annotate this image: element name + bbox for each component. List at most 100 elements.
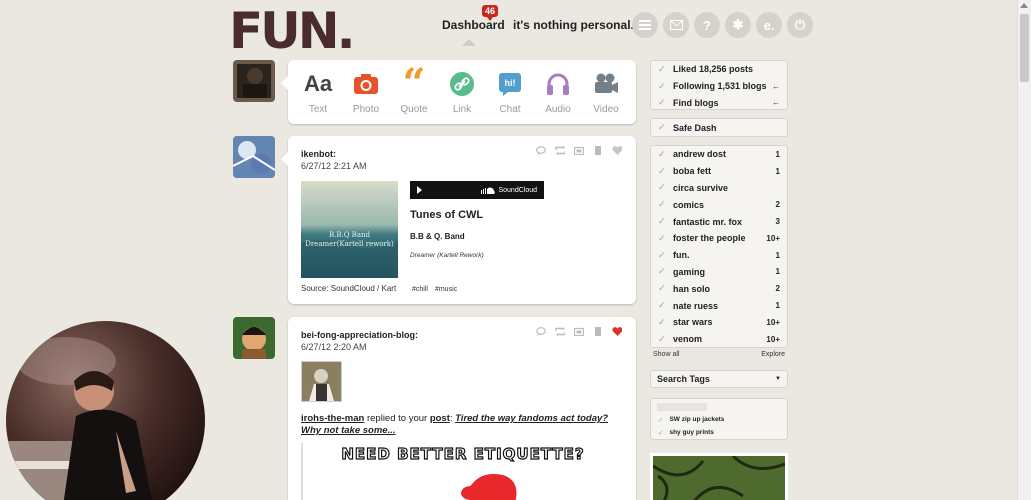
tracked-tag-row[interactable]: ✓ foster the people 10+ <box>651 230 787 247</box>
nav-active-caret <box>462 39 476 46</box>
post-type-audio[interactable]: Audio <box>535 70 581 115</box>
list-icon[interactable] <box>632 12 658 38</box>
power-icon[interactable]: ⏻ <box>787 12 813 38</box>
blog-name-link[interactable]: it's nothing personal... <box>513 18 641 32</box>
post-tag[interactable]: #chill <box>412 286 428 293</box>
arrow-left-icon: ← <box>772 98 780 108</box>
tracked-tag-name: star wars <box>673 317 713 328</box>
tracked-tag-count: 1 <box>775 301 780 311</box>
liked-heart-icon[interactable] <box>612 327 622 336</box>
tracked-tag-row[interactable]: ✓ star wars 10+ <box>651 314 787 331</box>
tracked-tag-row[interactable]: ✓ han solo 2 <box>651 280 787 297</box>
tracked-tag-row[interactable]: ✓ gaming 1 <box>651 264 787 281</box>
account-link-label: Find blogs <box>673 97 719 108</box>
like-heart-icon[interactable] <box>612 146 622 155</box>
edit-icon[interactable]: e. <box>756 12 782 38</box>
check-icon: ✓ <box>658 283 666 294</box>
post-timestamp[interactable]: 6/27/12 2:21 AM <box>301 161 367 171</box>
reblog-icon[interactable] <box>555 327 565 336</box>
reply-thumbnail[interactable] <box>301 361 342 402</box>
tracked-tag-row[interactable]: ✓ comics 2 <box>651 196 787 213</box>
tracked-tag-row[interactable]: ✓ andrew dost 1 <box>651 146 787 163</box>
queue-icon[interactable] <box>574 327 584 336</box>
check-icon: ✓ <box>658 148 666 159</box>
page-scrollbar[interactable] <box>1017 0 1031 500</box>
tracked-tag-name: fantastic mr. fox <box>673 216 743 227</box>
cartoon-figure <box>461 474 517 500</box>
check-icon: ✓ <box>658 165 666 176</box>
account-link-label: Liked 18,256 posts <box>673 64 754 75</box>
bookmark-icon[interactable] <box>593 146 603 155</box>
reply-connector-text: replied to your <box>366 413 428 424</box>
bookmark-icon[interactable] <box>593 327 603 336</box>
mail-icon[interactable] <box>663 12 689 38</box>
post-source[interactable]: Source: SoundCloud / Kart <box>301 284 400 293</box>
radar-item[interactable]: ✓ shy guy prints <box>651 426 787 439</box>
post-type-photo[interactable]: Photo <box>343 70 389 115</box>
radar-image[interactable] <box>650 453 788 500</box>
post-type-bar: Aa Text Photo “ Quote Link hi! Chat Audi… <box>288 60 636 116</box>
radar-item-label: SW zip up jackets <box>669 416 725 423</box>
post-type-video[interactable]: Video <box>583 70 629 115</box>
help-icon[interactable]: ? <box>694 12 720 38</box>
check-icon: ✓ <box>658 199 666 210</box>
post-type-link[interactable]: Link <box>439 70 485 115</box>
following-link[interactable]: ✓ Following 1,531 blogs ← <box>651 78 787 95</box>
post-avatar[interactable] <box>233 136 275 178</box>
explore-link[interactable]: Explore <box>761 351 785 358</box>
post-username[interactable]: ikenbot: <box>301 149 336 159</box>
post-type-label: Audio <box>545 104 571 115</box>
post-avatar[interactable] <box>233 317 275 359</box>
scroll-thumb[interactable] <box>1020 14 1029 82</box>
check-icon: ✓ <box>658 300 666 311</box>
safe-dash-toggle[interactable]: ✓ Safe Dash <box>650 118 788 137</box>
reblog-icon[interactable] <box>555 146 565 155</box>
show-all-link[interactable]: Show all <box>653 351 679 358</box>
tracked-tag-row[interactable]: ✓ venom 10+ <box>651 331 787 348</box>
album-cover-line: Dreamer(Kartell rework) <box>305 240 394 248</box>
own-avatar[interactable] <box>233 60 275 102</box>
post-timestamp[interactable]: 6/27/12 2:20 AM <box>301 342 367 352</box>
queue-icon[interactable] <box>574 146 584 155</box>
tracked-tag-name: foster the people <box>673 233 746 244</box>
tracked-tag-row[interactable]: ✓ nate ruess 1 <box>651 297 787 314</box>
post-type-quote[interactable]: “ Quote <box>391 64 437 116</box>
logo[interactable]: FUN. <box>229 6 356 56</box>
svg-text:hi!: hi! <box>505 78 516 88</box>
tracked-tag-name: nate ruess <box>673 300 719 311</box>
post-type-label: Photo <box>352 104 380 115</box>
post-type-chat[interactable]: hi! Chat <box>487 70 533 115</box>
floating-photo[interactable] <box>6 321 205 500</box>
liked-posts-link[interactable]: ✓ Liked 18,256 posts <box>651 61 787 78</box>
reply-icon[interactable] <box>536 327 546 336</box>
audio-track: Dreamer (Kartell Rework) <box>410 252 484 259</box>
text-icon: Aa <box>303 71 333 96</box>
album-cover[interactable]: B.B.Q Band Dreamer(Kartell rework) <box>301 181 398 278</box>
play-icon[interactable] <box>417 186 422 194</box>
check-icon: ✓ <box>658 416 664 424</box>
soundcloud-player[interactable]: SoundCloud <box>410 181 544 199</box>
link-icon <box>450 70 474 98</box>
scroll-up-arrow-icon[interactable] <box>1020 3 1028 8</box>
etiquette-image[interactable]: NEED BETTER ETIQUETTE? <box>301 443 623 500</box>
post-username[interactable]: bei-fong-appreciation-blog: <box>301 330 418 340</box>
notification-badge: 46 <box>482 5 499 21</box>
tracked-tag-name: andrew dost <box>673 149 727 160</box>
tracked-tag-row[interactable]: ✓ boba fett 1 <box>651 163 787 180</box>
reply-post-link[interactable]: post <box>430 413 450 424</box>
tracked-tag-count: 1 <box>775 149 780 159</box>
reply-icon[interactable] <box>536 146 546 155</box>
dashboard-link[interactable]: Dashboard <box>442 18 505 32</box>
post-type-text[interactable]: Aa Text <box>295 70 341 115</box>
tracked-tag-row[interactable]: ✓ fantastic mr. fox 3 <box>651 213 787 230</box>
tracked-tag-row[interactable]: ✓ circa survive <box>651 180 787 197</box>
reply-username-link[interactable]: irohs-the-man <box>301 413 364 424</box>
search-tags-dropdown[interactable]: Search Tags ▼ <box>650 370 788 388</box>
tracked-tag-name: han solo <box>673 283 711 294</box>
find-blogs-link[interactable]: ✓ Find blogs ← <box>651 95 787 112</box>
radar-item[interactable]: ✓ SW zip up jackets <box>651 413 787 426</box>
check-icon: ✓ <box>658 80 666 91</box>
post-tag[interactable]: #music <box>435 286 457 293</box>
settings-icon[interactable]: ✱ <box>725 12 751 38</box>
tracked-tag-row[interactable]: ✓ fun. 1 <box>651 247 787 264</box>
